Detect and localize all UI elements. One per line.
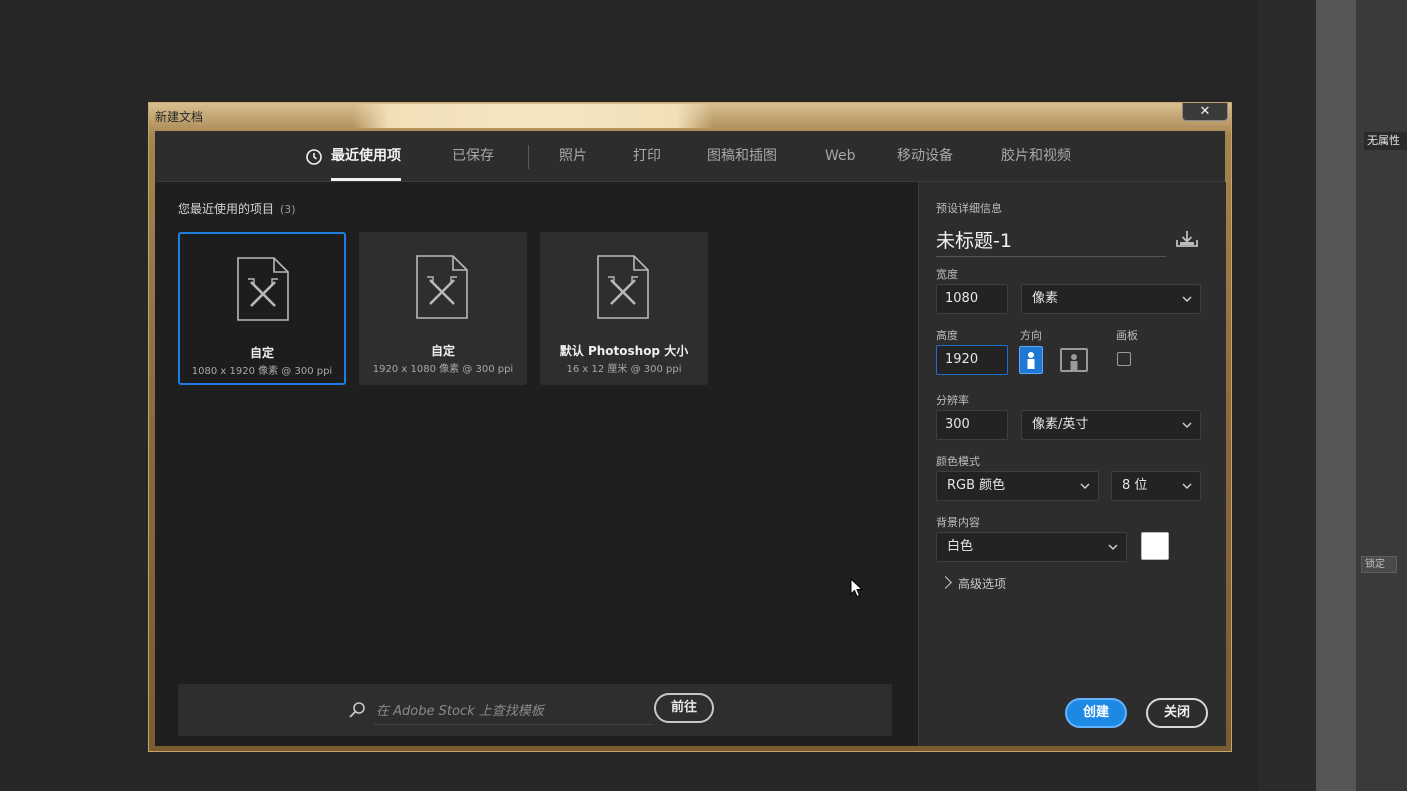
recent-item-card[interactable]: 自定 1920 x 1080 像素 @ 300 ppi [359,232,527,385]
color-mode-select[interactable]: RGB 颜色 [936,471,1099,501]
preset-details-label: 预设详细信息 [936,202,1002,215]
tab-photo[interactable]: 照片 [559,131,587,181]
background-color-swatch[interactable] [1141,532,1169,560]
card-name: 默认 Photoshop 大小 [559,344,689,358]
person-icon [1070,354,1078,370]
width-label: 宽度 [936,268,958,281]
go-button[interactable]: 前往 [654,693,714,723]
person-icon [1027,352,1035,369]
background-value: 白色 [947,539,974,554]
width-unit-value: 像素 [1032,291,1059,306]
tab-art-illustration[interactable]: 图稿和插图 [707,131,777,181]
create-button[interactable]: 创建 [1065,698,1127,728]
card-meta: 1920 x 1080 像素 @ 300 ppi [372,364,514,375]
card-name: 自定 [249,346,274,360]
card-name: 自定 [430,344,455,358]
tab-mobile[interactable]: 移动设备 [897,131,953,181]
category-tabbar: 最近使用项 已保存 照片 打印 图稿和插图 Web 移动设备 胶片和视频 [155,131,1225,182]
dialog-titlebar[interactable]: 新建文档 ✕ [149,103,1231,129]
document-icon [237,257,289,321]
width-unit-select[interactable]: 像素 [1021,284,1201,314]
resolution-label: 分辨率 [936,394,969,407]
recent-section-title: 您最近使用的项目 (3) [178,200,296,217]
recent-item-card[interactable]: 自定 1080 x 1920 像素 @ 300 ppi [178,232,346,385]
artboard-checkbox[interactable] [1117,352,1131,366]
chevron-down-icon [1108,544,1118,551]
mouse-cursor-icon [850,578,864,598]
width-input[interactable]: 1080 [936,284,1008,314]
new-document-dialog: 新建文档 ✕ 最近使用项 已保存 照片 打印 图稿和插图 Web 移动设备 胶片… [148,102,1232,752]
save-preset-icon[interactable] [1176,230,1198,248]
document-icon [597,255,649,319]
advanced-options-toggle[interactable]: 高级选项 [939,575,1007,592]
chevron-down-icon [1182,422,1192,429]
preset-details-pane: 预设详细信息 未标题-1 宽度 1080 像素 高度 方向 画板 1920 分辨… [918,182,1226,746]
landscape-orientation-button[interactable] [1060,348,1088,372]
stock-search-input[interactable] [374,698,652,725]
tab-print[interactable]: 打印 [633,131,661,181]
document-icon [416,255,468,319]
chevron-down-icon [1182,483,1192,490]
background-label: 背景内容 [936,516,980,529]
search-icon [349,702,365,718]
resolution-input[interactable]: 300 [936,410,1008,440]
document-name-field[interactable]: 未标题-1 [936,226,1166,257]
chevron-down-icon [1182,296,1192,303]
color-mode-value: RGB 颜色 [947,478,1006,493]
chevron-right-icon [939,576,952,589]
background-select[interactable]: 白色 [936,532,1127,562]
lock-button[interactable]: 锁定 [1361,556,1397,573]
clock-icon [306,149,322,165]
stock-search-bar: 前往 [178,684,892,736]
orientation-label: 方向 [1020,329,1042,342]
height-label: 高度 [936,329,958,342]
card-meta: 16 x 12 厘米 @ 300 ppi [566,364,682,375]
recent-count: (3) [280,203,296,216]
dialog-title: 新建文档 [155,110,204,124]
resolution-unit-value: 像素/英寸 [1032,417,1089,432]
tab-web[interactable]: Web [825,131,856,181]
tab-film-video[interactable]: 胶片和视频 [1001,131,1071,181]
titlebar-glow [353,104,713,128]
portrait-orientation-button[interactable] [1019,346,1043,374]
height-input[interactable]: 1920 [936,345,1008,375]
panel-scrollbar[interactable] [1316,0,1356,791]
recent-item-card[interactable]: 默认 Photoshop 大小 16 x 12 厘米 @ 300 ppi [540,232,708,385]
artboard-label: 画板 [1116,329,1138,342]
tab-recent[interactable]: 最近使用项 [331,131,401,181]
tab-separator [528,145,529,169]
chevron-down-icon [1080,483,1090,490]
properties-panel [1356,0,1407,791]
card-meta: 1080 x 1920 像素 @ 300 ppi [191,366,333,377]
color-mode-label: 颜色模式 [936,455,980,468]
bit-depth-select[interactable]: 8 位 [1111,471,1201,501]
no-properties-label: 无属性 [1364,132,1407,150]
tab-saved[interactable]: 已保存 [452,131,494,181]
close-button[interactable]: 关闭 [1146,698,1208,728]
recent-items-pane: 您最近使用的项目 (3) 自定 1080 x 1920 像素 @ 300 ppi [155,182,915,746]
background-panel [1258,0,1316,791]
recent-title-text: 您最近使用的项目 [178,202,275,216]
bit-depth-value: 8 位 [1122,478,1148,493]
advanced-options-label: 高级选项 [958,577,1007,591]
dialog-close-icon[interactable]: ✕ [1182,103,1228,121]
resolution-unit-select[interactable]: 像素/英寸 [1021,410,1201,440]
dialog-body: 最近使用项 已保存 照片 打印 图稿和插图 Web 移动设备 胶片和视频 您最近… [155,131,1226,746]
